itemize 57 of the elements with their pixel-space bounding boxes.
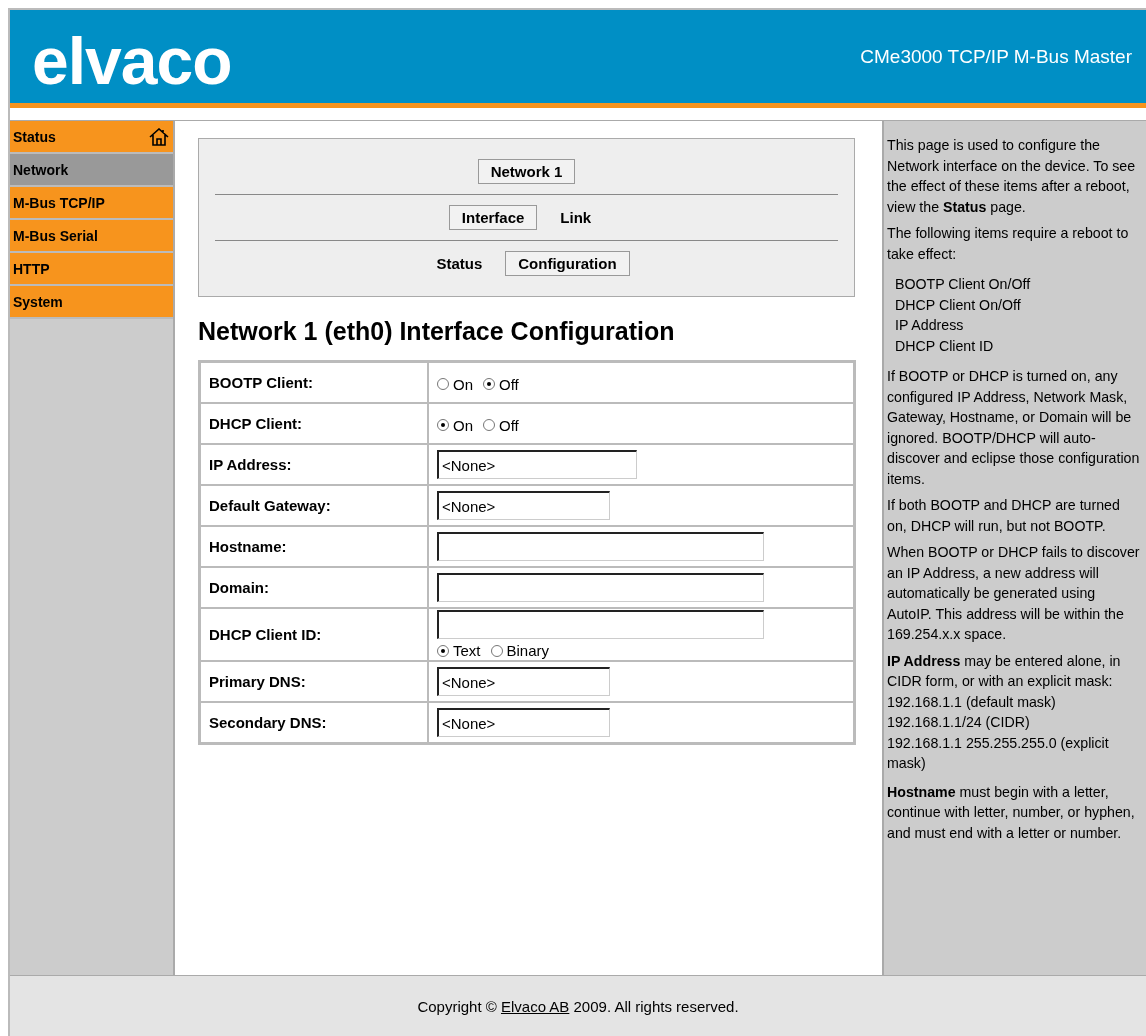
radio-label: Off bbox=[499, 375, 519, 393]
field-label: DHCP Client ID: bbox=[199, 608, 428, 661]
input-field[interactable]: <None> bbox=[437, 708, 610, 737]
field-label: IP Address: bbox=[199, 444, 428, 485]
help-text: If BOOTP or DHCP is turned on, any configured IP Address, Network Mask, Gateway, Hostname, or Domain will be ignored. BOOTP/DHCP will auto-discover and eclipse those configuration items. bbox=[887, 367, 1141, 489]
help-text: Hostname must begin with a letter, continue with letter, number, or hyphen, and must end with a letter or number. bbox=[887, 782, 1136, 843]
help-text: 192.168.1.1/24 (CIDR) bbox=[887, 713, 1031, 732]
radio-label: On bbox=[453, 416, 473, 434]
tab[interactable]: Configuration bbox=[505, 251, 630, 276]
company-link[interactable]: Elvaco AB bbox=[500, 997, 570, 1015]
radio-label: On bbox=[453, 375, 473, 393]
help-text: IP Address may be entered alone, in CIDR form, or with an explicit mask: bbox=[887, 651, 1122, 691]
list-item: BOOTP Client On/Off bbox=[895, 275, 1032, 294]
input-field[interactable] bbox=[437, 573, 764, 602]
help-text: If both BOOTP and DHCP are turned on, DHCP will run, but not BOOTP. bbox=[887, 496, 1121, 536]
radio-button[interactable] bbox=[490, 644, 503, 657]
input-field[interactable] bbox=[437, 610, 764, 639]
radio-label: Text bbox=[453, 642, 481, 659]
tab[interactable]: Status bbox=[423, 251, 496, 276]
field-label: Primary DNS: bbox=[199, 661, 428, 702]
help-text: 192.168.1.1 255.255.255.0 (explicit mask) bbox=[887, 733, 1110, 773]
list-item: DHCP Client ID bbox=[895, 336, 995, 356]
sidebar-item[interactable]: Network bbox=[10, 154, 173, 187]
sidebar-item[interactable]: M-Bus Serial bbox=[10, 220, 173, 253]
radio-button[interactable] bbox=[437, 644, 449, 657]
field-label: Hostname: bbox=[199, 526, 428, 567]
product-title: CMe3000 TCP/IP M-Bus Master bbox=[860, 45, 1132, 68]
radio-button[interactable] bbox=[437, 378, 449, 390]
radio-label: Off bbox=[499, 416, 519, 434]
logo: elvaco bbox=[32, 22, 232, 99]
help-text: The following items require a reboot to take effect: bbox=[887, 224, 1130, 264]
input-field[interactable]: <None> bbox=[437, 450, 637, 479]
page-heading: Network 1 (eth0) Interface Configuration bbox=[198, 317, 676, 346]
radio-label: Binary bbox=[506, 642, 550, 659]
input-field[interactable] bbox=[437, 532, 764, 561]
radio-button[interactable] bbox=[483, 419, 495, 431]
input-field[interactable]: <None> bbox=[437, 491, 610, 520]
sidebar-item[interactable]: System bbox=[10, 286, 173, 319]
list-item: IP Address bbox=[895, 316, 965, 335]
field-label: Domain: bbox=[199, 567, 428, 608]
help-text: When BOOTP or DHCP fails to discover an IP Address, a new address will automatically be generated using AutoIP. This address will be within the 169.254.x.x space. bbox=[887, 543, 1141, 644]
field-label: DHCP Client: bbox=[199, 403, 428, 444]
tab[interactable]: Link bbox=[547, 205, 605, 230]
field-label: BOOTP Client: bbox=[199, 361, 428, 403]
input-field[interactable]: <None> bbox=[437, 667, 610, 696]
tab[interactable]: Network 1 bbox=[477, 159, 576, 184]
help-text: This page is used to configure the Network interface on the device. To see the effect of these items after a reboot, view the Status page. bbox=[887, 136, 1137, 217]
copyright-text: Copyright © Elvaco AB 2009. All rights reserved. bbox=[417, 997, 739, 1015]
radio-button[interactable] bbox=[437, 419, 449, 431]
sidebar-item[interactable]: Status bbox=[10, 121, 173, 154]
radio-button[interactable] bbox=[483, 378, 495, 390]
help-text: 192.168.1.1 (default mask) bbox=[887, 692, 1057, 712]
sidebar-item[interactable]: M-Bus TCP/IP bbox=[10, 187, 173, 220]
tab[interactable]: Interface bbox=[448, 205, 538, 230]
field-label: Default Gateway: bbox=[199, 485, 428, 526]
sidebar-item[interactable]: HTTP bbox=[10, 253, 173, 286]
list-item: DHCP Client On/Off bbox=[895, 295, 1022, 315]
